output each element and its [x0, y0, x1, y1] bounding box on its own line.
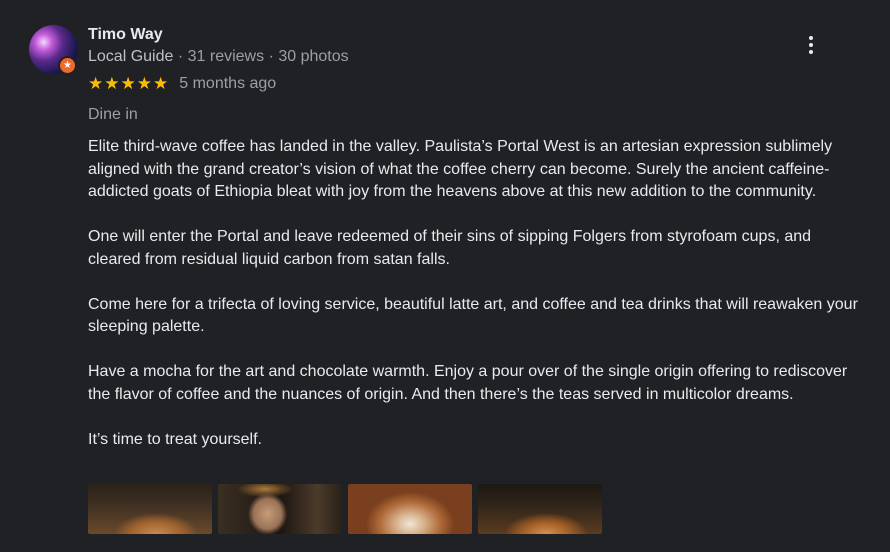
reviewer-meta: Local Guide · 31 reviews · 30 photos — [88, 48, 349, 66]
meta-separator: · — [177, 48, 184, 65]
more-vert-icon-dot — [809, 50, 813, 54]
review-photos — [88, 484, 602, 534]
service-tag: Dine in — [88, 106, 138, 123]
review-photo-latte[interactable] — [88, 484, 212, 534]
reviewer-photo-count: 30 photos — [278, 48, 349, 65]
star-icon: ★ — [104, 74, 120, 93]
meta-separator: · — [268, 48, 274, 65]
reviewer-avatar-wrap[interactable]: ★ — [29, 25, 79, 75]
review-text: Elite third-wave coffee has landed in th… — [88, 136, 858, 474]
review-photo-latte-art[interactable] — [348, 484, 472, 534]
star-icon: ★ — [88, 74, 104, 93]
reviewer-name[interactable]: Timo Way — [88, 26, 163, 44]
review-paragraph: Come here for a trifecta of loving servi… — [88, 295, 858, 336]
rating-row: ★ ★ ★ ★ ★ 5 months ago — [88, 75, 276, 93]
review-age: 5 months ago — [179, 75, 277, 92]
reviewer-level: Local Guide — [88, 48, 174, 65]
more-options-button[interactable] — [800, 33, 822, 57]
review-photo-pour[interactable] — [478, 484, 602, 534]
review-paragraph: Elite third-wave coffee has landed in th… — [88, 138, 833, 200]
star-icon: ★ — [136, 74, 152, 93]
local-guide-badge-icon: ★ — [58, 56, 77, 75]
review-card: ★ Timo Way Local Guide · 31 reviews · 30… — [0, 0, 890, 552]
star-rating: ★ ★ ★ ★ ★ — [88, 75, 168, 93]
review-paragraph: One will enter the Portal and leave rede… — [88, 228, 812, 268]
reviewer-review-count: 31 reviews — [187, 48, 265, 65]
more-vert-icon-dot — [809, 43, 813, 47]
star-icon: ★ — [153, 74, 169, 93]
review-photo-barista[interactable] — [218, 484, 342, 534]
more-vert-icon — [809, 36, 813, 40]
star-icon: ★ — [120, 74, 136, 93]
review-paragraph: It’s time to treat yourself. — [88, 430, 262, 448]
review-paragraph: Have a mocha for the art and chocolate w… — [88, 363, 848, 403]
